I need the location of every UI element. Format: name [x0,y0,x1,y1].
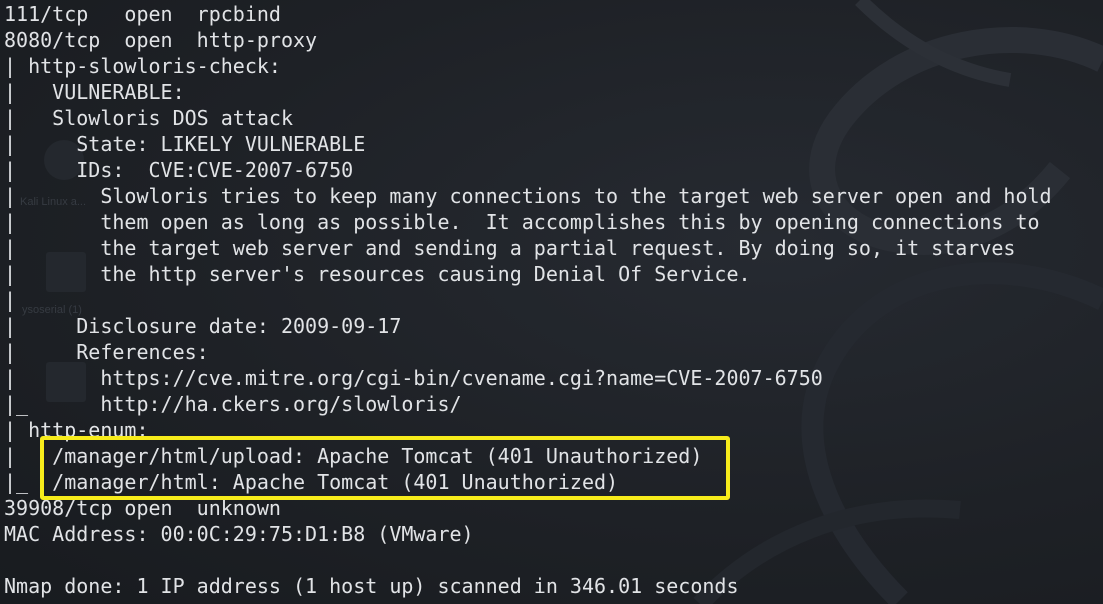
terminal-line: | Disclosure date: 2009-09-17 [4,314,402,338]
terminal-window[interactable]: Kali Linux a... ysoserial (1) 111/tcp op… [0,0,1103,604]
terminal-line: MAC Address: 00:0C:29:75:D1:B8 (VMware) [4,522,474,546]
terminal-line: | http-slowloris-check: [4,54,281,78]
terminal-line: | References: [4,340,209,364]
terminal-line: | them open as long as possible. It acco… [4,210,1040,234]
terminal-line-highlighted: |_ /manager/html: Apache Tomcat (401 Una… [4,470,619,494]
terminal-line: 8080/tcp open http-proxy [4,28,318,52]
terminal-line: | http-enum: [4,418,149,442]
terminal-line: |_ http://ha.ckers.org/slowloris/ [4,392,462,416]
terminal-line: | VULNERABLE: [4,80,185,104]
terminal-line: | IDs: CVE:CVE-2007-6750 [4,158,354,182]
terminal-line: | https://cve.mitre.org/cgi-bin/cvename.… [4,366,823,390]
terminal-line: | [4,288,17,312]
terminal-line: | Slowloris DOS attack [4,106,293,130]
terminal-output[interactable]: 111/tcp open rpcbind 8080/tcp open http-p… [4,1,1052,599]
terminal-line: Nmap done: 1 IP address (1 host up) scan… [4,574,739,598]
terminal-line: | Slowloris tries to keep many connectio… [4,184,1052,208]
terminal-line-highlighted: | /manager/html/upload: Apache Tomcat (4… [4,444,703,468]
terminal-line: | State: LIKELY VULNERABLE [4,132,366,156]
terminal-line: 39908/tcp open unknown [4,496,281,520]
terminal-line: 111/tcp open rpcbind [4,2,281,26]
terminal-line: | the target web server and sending a pa… [4,236,1016,260]
terminal-line: | the http server's resources causing De… [4,262,751,286]
